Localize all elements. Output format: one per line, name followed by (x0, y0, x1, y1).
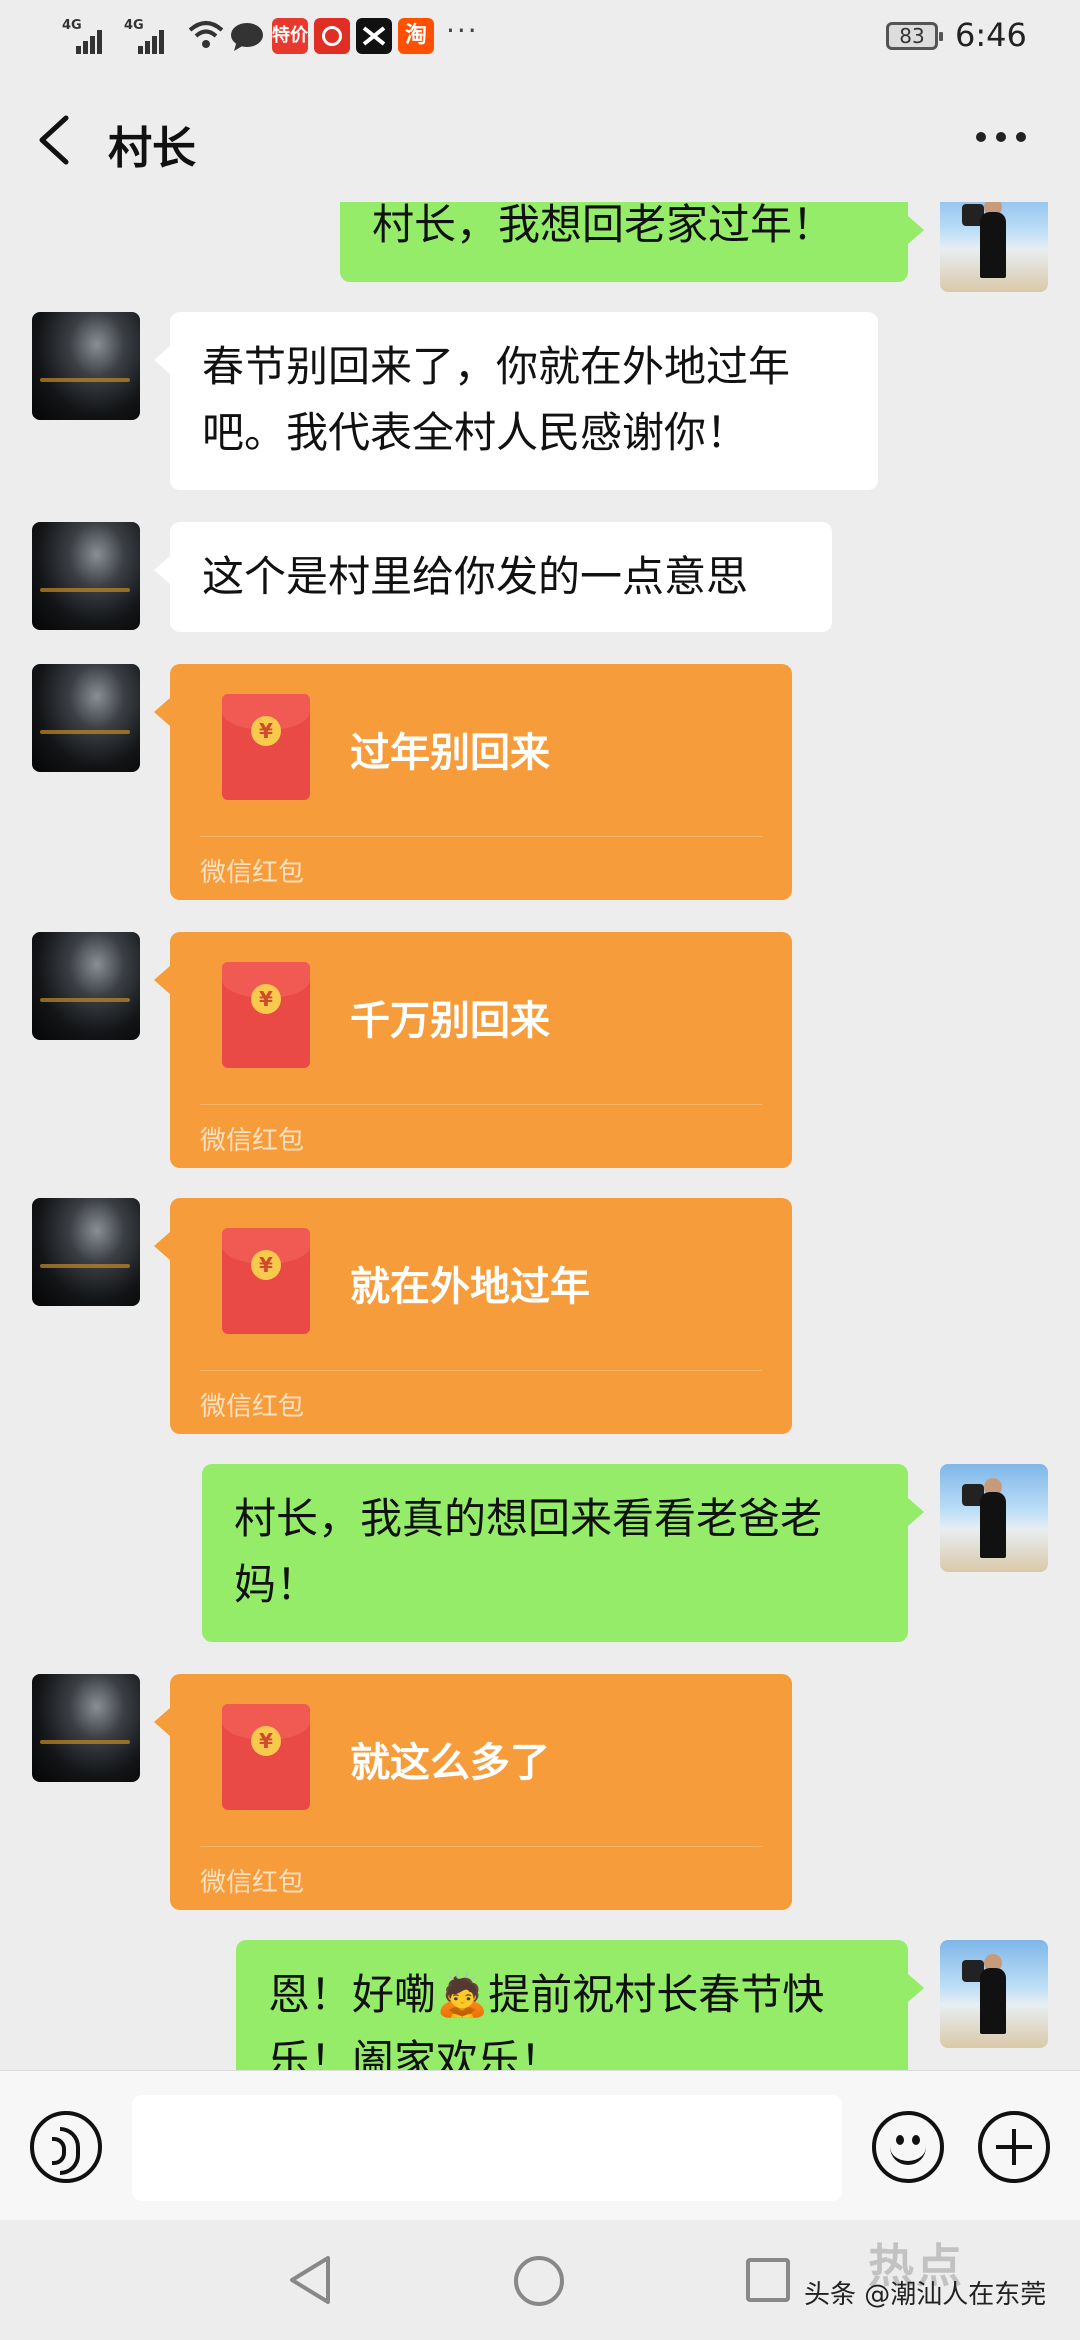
red-packet-card[interactable]: ¥ 千万别回来 微信红包 (154, 932, 792, 1168)
message-bubble[interactable]: 这个是村里给你发的一点意思 (154, 522, 832, 632)
chat-title: 村长 (108, 123, 196, 174)
my-avatar[interactable] (940, 1940, 1048, 2048)
red-envelope-icon: ¥ (222, 694, 310, 800)
message-text-line: 村长，我真的想回来看看老爸老 (234, 1494, 823, 1543)
back-arrow-icon[interactable] (30, 112, 78, 168)
contact-avatar[interactable] (32, 664, 140, 772)
red-packet-card[interactable]: ¥ 就在外地过年 微信红包 (154, 1198, 792, 1434)
message-text-line: 妈！ (234, 1560, 319, 1609)
message-text: 这个是村里给你发的一点意思 (202, 552, 749, 601)
red-packet-title: 就这么多了 (350, 1740, 550, 1786)
message-bubble[interactable]: 村长，我真的想回来看看老爸老 妈！ (202, 1464, 924, 1642)
my-avatar[interactable] (940, 1464, 1048, 1572)
divider (200, 836, 762, 837)
message-bubble[interactable]: 春节别回来了，你就在外地过年 吧。我代表全村人民感谢你！ (154, 312, 878, 490)
more-notifications: ··· (446, 14, 479, 47)
app-icon-capcut (356, 18, 392, 54)
plus-icon[interactable] (978, 2111, 1050, 2183)
red-packet-label: 微信红包 (200, 858, 305, 888)
status-bar: 4G 4G 特价 淘 ··· 83 6:46 (0, 0, 1080, 72)
red-packet-label: 微信红包 (200, 1126, 305, 1156)
red-envelope-icon: ¥ (222, 962, 310, 1068)
emoji-icon[interactable] (872, 2111, 944, 2183)
nav-recent-icon[interactable] (746, 2258, 790, 2302)
contact-avatar[interactable] (32, 312, 140, 420)
contact-avatar[interactable] (32, 932, 140, 1040)
red-envelope-icon: ¥ (222, 1228, 310, 1334)
divider (200, 1370, 762, 1371)
voice-icon[interactable] (30, 2111, 102, 2183)
red-packet-card[interactable]: ¥ 就这么多了 微信红包 (154, 1674, 792, 1910)
message-input[interactable] (132, 2095, 842, 2201)
red-packet-title: 过年别回来 (350, 730, 550, 776)
app-icon-pinduoduo (314, 18, 350, 54)
app-icon-taobao: 淘 (398, 18, 434, 54)
message-text-line: 乐！阖家欢乐！ (268, 2036, 563, 2070)
more-options-icon[interactable] (976, 126, 1028, 150)
message-bubble[interactable]: 恩！好嘞🙇提前祝村长春节快 乐！阖家欢乐！ (236, 1940, 924, 2070)
wifi-icon (188, 21, 224, 48)
app-icon-tejia: 特价 (272, 18, 308, 54)
system-nav-bar: 热点 头条 @潮汕人在东莞 (0, 2220, 1080, 2340)
battery-indicator: 83 (886, 22, 943, 50)
divider (200, 1846, 762, 1847)
divider (200, 1104, 762, 1105)
red-envelope-icon: ¥ (222, 1704, 310, 1810)
message-bubble[interactable]: 村长，我想回老家过年！ (340, 202, 924, 282)
message-icon (231, 23, 263, 51)
red-packet-label: 微信红包 (200, 1868, 305, 1898)
red-packet-title: 就在外地过年 (350, 1264, 590, 1310)
nav-back-icon[interactable] (286, 2254, 336, 2306)
message-list[interactable]: 村长，我想回老家过年！ 春节别回来了，你就在外地过年 吧。我代表全村人民感谢你！… (0, 202, 1080, 2070)
contact-avatar[interactable] (32, 522, 140, 630)
red-packet-label: 微信红包 (200, 1392, 305, 1422)
red-packet-title: 千万别回来 (350, 998, 550, 1044)
message-text-line: 春节别回来了，你就在外地过年 (202, 342, 791, 391)
message-text-line: 恩！好嘞🙇提前祝村长春节快 (268, 1970, 825, 2019)
contact-avatar[interactable] (32, 1674, 140, 1782)
message-text: 村长，我想回老家过年！ (372, 202, 835, 249)
input-bar (0, 2070, 1080, 2220)
red-packet-card[interactable]: ¥ 过年别回来 微信红包 (154, 664, 792, 900)
contact-avatar[interactable] (32, 1198, 140, 1306)
chat-header: 村长 (0, 72, 1080, 202)
message-text-line: 吧。我代表全村人民感谢你！ (202, 408, 749, 457)
clock: 6:46 (955, 16, 1027, 54)
my-avatar[interactable] (940, 202, 1048, 292)
nav-home-icon[interactable] (514, 2256, 564, 2306)
watermark-text: 头条 @潮汕人在东莞 (804, 2280, 1047, 2310)
